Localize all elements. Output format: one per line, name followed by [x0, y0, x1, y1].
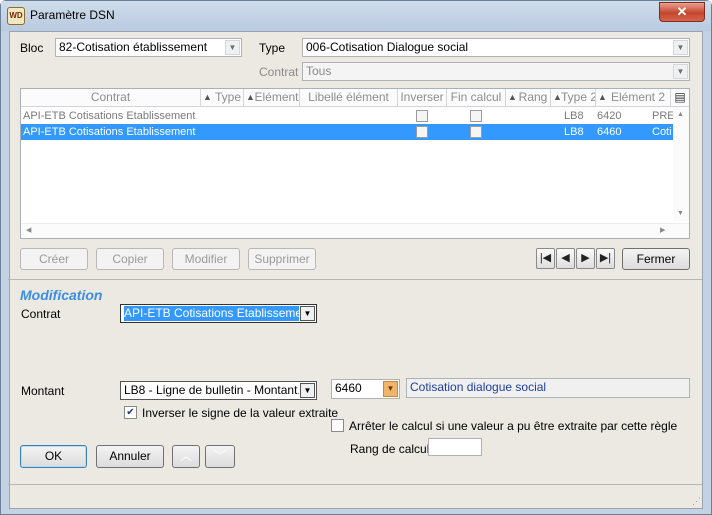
scroll-up-icon[interactable]: ▲ — [677, 111, 684, 118]
contrat-filter-label: Contrat — [259, 65, 299, 79]
modification-section-title: Modification — [20, 287, 103, 303]
cell-type-2: LB8 — [564, 110, 584, 122]
rang-calcul-label: Rang de calcul — [350, 442, 430, 456]
chevron-down-icon[interactable]: ▼ — [300, 306, 315, 321]
cell-libelle-2: PRE — [652, 110, 673, 122]
inverser-signe-label: Inverser le signe de la valeur extraite — [142, 406, 339, 420]
montant-label: Montant — [21, 384, 65, 398]
arreter-calcul-label: Arrêter le calcul si une valeur a pu êtr… — [349, 419, 678, 433]
move-down-icon[interactable]: ﹀ — [205, 445, 235, 468]
column-header-fin-calcul[interactable]: Fin calcul — [447, 89, 506, 107]
table-header: Contrat ▲ Type ▲ Elément Libellé élément I… — [21, 89, 689, 107]
sort-up-icon: ▲ — [203, 92, 212, 102]
cell-inverser-checkbox — [416, 110, 428, 122]
arreter-calcul-checkbox[interactable] — [331, 419, 344, 432]
chevron-down-icon[interactable]: ▼ — [673, 40, 688, 55]
sort-up-icon: ▲ — [246, 92, 255, 102]
cell-fin-calcul-checkbox — [470, 110, 482, 122]
montant-value: LB8 - Ligne de bulletin - Montant.charge… — [124, 383, 299, 397]
last-record-icon[interactable]: ▶| — [596, 248, 615, 269]
cell-contrat: API-ETB Cotisations Etablissement — [23, 126, 196, 138]
rules-table[interactable]: Contrat ▲ Type ▲ Elément Libellé élément I… — [20, 88, 690, 239]
close-button[interactable]: ✕ — [659, 2, 705, 22]
scroll-down-icon[interactable]: ▼ — [677, 210, 684, 217]
next-record-icon[interactable]: ▶ — [576, 248, 595, 269]
horizontal-scrollbar[interactable]: ◀ ▶ — [21, 223, 689, 238]
sort-up-icon: ▲ — [553, 92, 562, 102]
element-libelle-field: Cotisation dialogue social — [406, 378, 690, 398]
table-row[interactable]: API-ETB Cotisations Etablissement LB8 64… — [21, 108, 673, 124]
sort-up-icon: ▲ — [508, 92, 517, 102]
type-label: Type — [259, 41, 286, 55]
type-select-value: 006-Cotisation Dialogue social — [306, 40, 469, 54]
scroll-right-icon[interactable]: ▶ — [660, 226, 665, 234]
table-row[interactable]: API-ETB Cotisations Etablissement LB8 64… — [21, 124, 673, 140]
type-select[interactable]: 006-Cotisation Dialogue social ▼ — [302, 38, 690, 57]
modification-contrat-select[interactable]: API-ETB Cotisations Etablissement ▼ — [120, 304, 317, 323]
montant-select[interactable]: LB8 - Ligne de bulletin - Montant.charge… — [120, 381, 317, 400]
annuler-button[interactable]: Annuler — [96, 445, 164, 468]
modifier-button[interactable]: Modifier — [172, 248, 240, 270]
cell-inverser-checkbox — [416, 126, 428, 138]
cell-libelle-2: Coti — [652, 126, 672, 138]
chevron-down-icon[interactable]: ▼ — [673, 64, 688, 79]
creer-button[interactable]: Créer — [20, 248, 88, 270]
window-title: Paramètre DSN — [30, 8, 115, 22]
copier-button[interactable]: Copier — [96, 248, 164, 270]
inverser-signe-checkbox[interactable]: ✔ — [124, 406, 137, 419]
bloc-select[interactable]: 82-Cotisation établissement ▼ — [55, 38, 242, 57]
fermer-button[interactable]: Fermer — [622, 248, 690, 270]
previous-record-icon[interactable]: ◀ — [556, 248, 575, 269]
column-header-inverser[interactable]: Inverser — [398, 89, 447, 107]
chevron-down-icon[interactable]: ▼ — [225, 40, 240, 55]
element-code-value: 6460 — [335, 381, 362, 395]
cell-type-2: LB8 — [564, 126, 584, 138]
element-code-select[interactable]: 6460 ▼ — [331, 379, 400, 399]
contrat-filter-value: Tous — [306, 64, 332, 78]
chevron-down-icon[interactable]: ▼ — [383, 381, 398, 397]
contrat-filter-select[interactable]: Tous ▼ — [302, 62, 690, 81]
divider — [8, 484, 702, 485]
rang-calcul-input[interactable] — [428, 438, 482, 456]
supprimer-button[interactable]: Supprimer — [248, 248, 316, 270]
vertical-scrollbar[interactable]: ▲ ▼ — [673, 107, 689, 221]
column-header-rang[interactable]: ▲ Rang — [506, 89, 551, 107]
modification-contrat-value: API-ETB Cotisations Etablissement — [124, 306, 299, 321]
bloc-label: Bloc — [20, 41, 44, 55]
column-header-contrat[interactable]: Contrat — [21, 89, 201, 107]
chevron-down-icon[interactable]: ▼ — [300, 383, 315, 398]
column-header-type-2[interactable]: ▲ Type 2 — [551, 89, 596, 107]
resize-grip-icon[interactable]: ⋰ — [692, 496, 701, 507]
cell-contrat: API-ETB Cotisations Etablissement — [23, 110, 196, 122]
move-up-icon[interactable]: ︿ — [172, 445, 200, 468]
title-bar[interactable]: WD Paramètre DSN ✕ — [1, 1, 711, 31]
ok-button[interactable]: OK — [20, 445, 87, 468]
cell-element-2: 6460 — [597, 126, 622, 138]
column-header-type[interactable]: ▲ Type — [201, 89, 244, 107]
scroll-left-icon[interactable]: ◀ — [26, 226, 31, 234]
divider — [8, 279, 702, 280]
close-icon: ✕ — [676, 4, 688, 19]
modification-contrat-label: Contrat — [21, 307, 61, 321]
cell-element-2: 6420 — [597, 110, 622, 122]
sort-up-icon: ▲ — [598, 92, 607, 102]
bloc-select-value: 82-Cotisation établissement — [59, 40, 208, 54]
column-picker-icon[interactable]: ▤ — [671, 89, 689, 107]
element-libelle-value: Cotisation dialogue social — [410, 380, 547, 394]
app-icon: WD — [7, 7, 25, 25]
column-header-libelle-element[interactable]: Libellé élément — [300, 89, 398, 107]
first-record-icon[interactable]: |◀ — [536, 248, 555, 269]
column-header-element[interactable]: ▲ Elément — [244, 89, 300, 107]
cell-fin-calcul-checkbox — [470, 126, 482, 138]
column-header-element-2[interactable]: ▲ Elément 2 — [596, 89, 671, 107]
